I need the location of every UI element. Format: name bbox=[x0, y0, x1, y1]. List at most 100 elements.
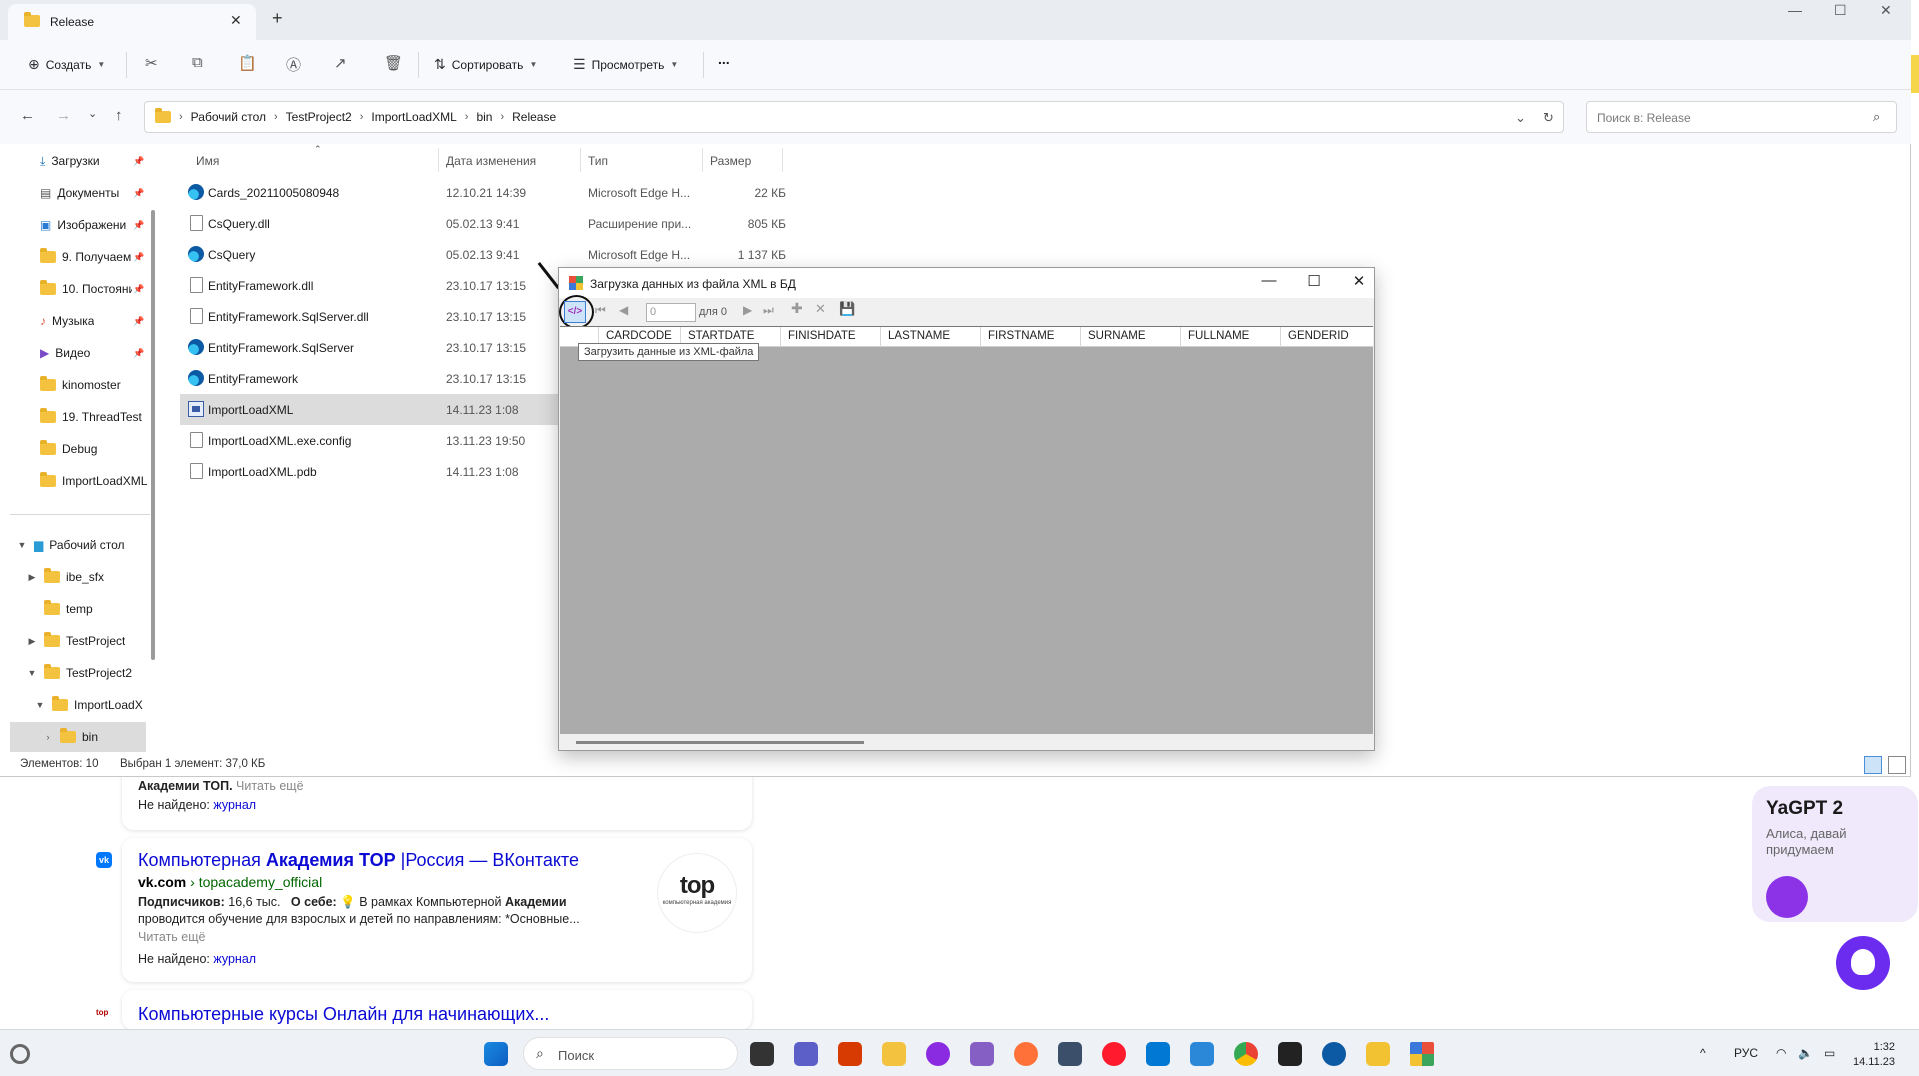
close-icon[interactable]: ✕ bbox=[1344, 272, 1374, 290]
tree-item-desktop[interactable]: ▼ ▆ Рабочий стол bbox=[16, 532, 125, 558]
up-arrow-icon[interactable]: ↑ bbox=[115, 107, 123, 124]
edge-icon[interactable] bbox=[1322, 1042, 1346, 1066]
sidebar-item-threadtest[interactable]: 19. ThreadTest bbox=[40, 404, 142, 430]
sidebar-item-images[interactable]: ▣ Изображени bbox=[40, 212, 132, 238]
widgets-icon[interactable] bbox=[10, 1044, 30, 1064]
horizontal-scrollbar[interactable] bbox=[560, 734, 1373, 750]
sidebar-item-kinomoster[interactable]: kinomoster bbox=[40, 372, 121, 398]
move-first-icon[interactable]: ⏮ bbox=[595, 303, 606, 318]
sidebar-item-debug[interactable]: Debug bbox=[40, 436, 97, 462]
tab-release[interactable]: Release ✕ bbox=[8, 4, 256, 40]
grid-column-header[interactable]: STARTDATE bbox=[688, 330, 754, 342]
add-new-icon[interactable]: ✚ bbox=[791, 300, 803, 317]
create-button[interactable]: ⊕ Создать ▼ bbox=[28, 56, 105, 73]
alice-assistant-button[interactable] bbox=[1836, 936, 1890, 990]
tiles-view-icon[interactable] bbox=[1888, 756, 1906, 774]
new-tab-button[interactable]: + bbox=[272, 8, 283, 29]
not-found-word[interactable]: журнал bbox=[213, 798, 256, 812]
pin-icon[interactable]: 📌 bbox=[133, 188, 144, 199]
save-icon[interactable]: 💾 bbox=[839, 301, 855, 317]
breadcrumb-item[interactable]: TestProject2 bbox=[286, 110, 352, 124]
file-row[interactable]: Cards_20211005080948 12.10.21 14:39 Micros… bbox=[180, 177, 800, 208]
move-previous-icon[interactable]: ◀ bbox=[619, 303, 628, 317]
pin-icon[interactable]: 📌 bbox=[133, 156, 144, 167]
opera-icon[interactable] bbox=[1102, 1042, 1126, 1066]
grid-column-header[interactable]: LASTNAME bbox=[888, 330, 950, 342]
volume-icon[interactable]: 🔈 bbox=[1798, 1046, 1813, 1060]
refresh-icon[interactable]: ↻ bbox=[1543, 110, 1554, 126]
start-windows-icon[interactable] bbox=[484, 1042, 508, 1066]
clock[interactable]: 1:32 14.11.23 bbox=[1853, 1040, 1895, 1070]
minimize-icon[interactable]: — bbox=[1254, 272, 1284, 289]
sidebar-item-documents[interactable]: ▤ Документы bbox=[40, 180, 119, 206]
column-header-type[interactable]: Тип bbox=[588, 154, 608, 168]
delete-icon[interactable]: ✕ bbox=[815, 301, 826, 317]
visual-studio-icon[interactable] bbox=[970, 1042, 994, 1066]
back-arrow-icon[interactable]: ← bbox=[20, 107, 35, 124]
maximize-icon[interactable]: ☐ bbox=[1834, 2, 1847, 19]
position-input[interactable]: 0 bbox=[646, 303, 696, 322]
column-header-name[interactable]: Имя bbox=[196, 154, 219, 168]
wifi-icon[interactable]: ◠ bbox=[1776, 1046, 1786, 1060]
search-input[interactable]: Поиск в: Release ⌕ bbox=[1586, 101, 1897, 133]
share-icon[interactable]: ↗ bbox=[334, 54, 347, 72]
battery-icon[interactable]: ▭ bbox=[1824, 1046, 1835, 1060]
pin-icon[interactable]: 📌 bbox=[133, 284, 144, 295]
sidebar-item-downloads[interactable]: ⤓ Загрузки bbox=[40, 148, 100, 174]
office-icon[interactable] bbox=[838, 1042, 862, 1066]
sort-button[interactable]: ⇅ Сортировать ▼ bbox=[434, 56, 537, 73]
firefox-icon[interactable] bbox=[1014, 1042, 1038, 1066]
rename-icon[interactable]: Ⓐ bbox=[286, 54, 301, 75]
app-purple-icon[interactable] bbox=[926, 1042, 950, 1066]
top-academy-logo[interactable]: top компьютерная академия bbox=[658, 854, 736, 932]
paste-icon[interactable]: 📋 bbox=[238, 54, 257, 72]
pin-icon[interactable]: 📌 bbox=[133, 316, 144, 327]
scrollbar-thumb[interactable] bbox=[576, 741, 864, 744]
copy-icon[interactable]: ⧉ bbox=[192, 54, 203, 71]
close-window-icon[interactable]: ✕ bbox=[1880, 2, 1892, 19]
column-header-size[interactable]: Размер bbox=[710, 154, 751, 168]
breadcrumb-item[interactable]: ImportLoadXML bbox=[371, 110, 456, 124]
tree-item-temp[interactable]: temp bbox=[26, 596, 93, 622]
sidebar-item-importloadxml[interactable]: ImportLoadXML bbox=[40, 468, 148, 494]
result-title-link[interactable]: Компьютерные курсы Онлайн для начинающих… bbox=[138, 1004, 549, 1025]
tree-item-importloadxml[interactable]: ▼ ImportLoadX bbox=[34, 692, 148, 718]
app-terminal-icon[interactable] bbox=[1058, 1042, 1082, 1066]
breadcrumb-item[interactable]: bin bbox=[476, 110, 492, 124]
file-row[interactable]: CsQuery.dll 05.02.13 9:41 Расширение при..… bbox=[180, 208, 800, 239]
pin-icon[interactable]: 📌 bbox=[133, 220, 144, 231]
breadcrumb-item[interactable]: Рабочий стол bbox=[191, 110, 266, 124]
language-indicator[interactable]: РУС bbox=[1734, 1046, 1758, 1060]
task-view-icon[interactable] bbox=[750, 1042, 774, 1066]
sidebar-item-folder-10[interactable]: 10. Постояни bbox=[40, 276, 132, 302]
notepad-icon[interactable] bbox=[1190, 1042, 1214, 1066]
cut-icon[interactable]: ✂ bbox=[145, 54, 158, 72]
maximize-icon[interactable]: ☐ bbox=[1299, 272, 1329, 290]
move-last-icon[interactable]: ⏭ bbox=[763, 303, 774, 318]
sidebar-item-folder-9[interactable]: 9. Получаем bbox=[40, 244, 132, 270]
view-button[interactable]: ☰ Просмотреть ▼ bbox=[573, 56, 678, 73]
address-bar[interactable]: › Рабочий стол › TestProject2 › ImportLo… bbox=[144, 101, 1564, 133]
move-next-icon[interactable]: ▶ bbox=[743, 303, 752, 317]
pin-icon[interactable]: 📌 bbox=[133, 252, 144, 263]
grid-column-header[interactable]: FINISHDATE bbox=[788, 330, 856, 342]
breadcrumb-item[interactable]: Release bbox=[512, 110, 556, 124]
tree-item-ibe-sfx[interactable]: ▶ ibe_sfx bbox=[26, 564, 104, 590]
read-more-link[interactable]: Читать ещё bbox=[236, 779, 303, 793]
sidebar-item-music[interactable]: ♪ Музыка bbox=[40, 308, 94, 334]
tray-chevron-up-icon[interactable]: ^ bbox=[1700, 1046, 1706, 1060]
recent-chevron-icon[interactable]: ⌄ bbox=[88, 107, 97, 120]
yagpt-widget[interactable]: YaGPT 2 Алиса, давай придумаем bbox=[1752, 786, 1918, 922]
mail-icon[interactable] bbox=[1146, 1042, 1170, 1066]
app-yellow-icon[interactable] bbox=[1366, 1042, 1390, 1066]
teams-icon[interactable] bbox=[794, 1042, 818, 1066]
result-url[interactable]: vk.com › topacademy_official bbox=[138, 874, 322, 890]
grid-column-header[interactable]: FIRSTNAME bbox=[988, 330, 1054, 342]
tree-item-testproject[interactable]: ▶ TestProject bbox=[26, 628, 125, 654]
details-view-icon[interactable] bbox=[1864, 756, 1882, 774]
result-title-link[interactable]: Компьютерная Академия TOP |Россия — ВКон… bbox=[138, 850, 579, 871]
pin-icon[interactable]: 📌 bbox=[133, 348, 144, 359]
file-explorer-icon[interactable] bbox=[882, 1042, 906, 1066]
tree-item-bin[interactable]: › bin bbox=[10, 722, 146, 752]
data-grid[interactable]: CARDCODE STARTDATE FINISHDATE LASTNAME F… bbox=[560, 326, 1373, 734]
